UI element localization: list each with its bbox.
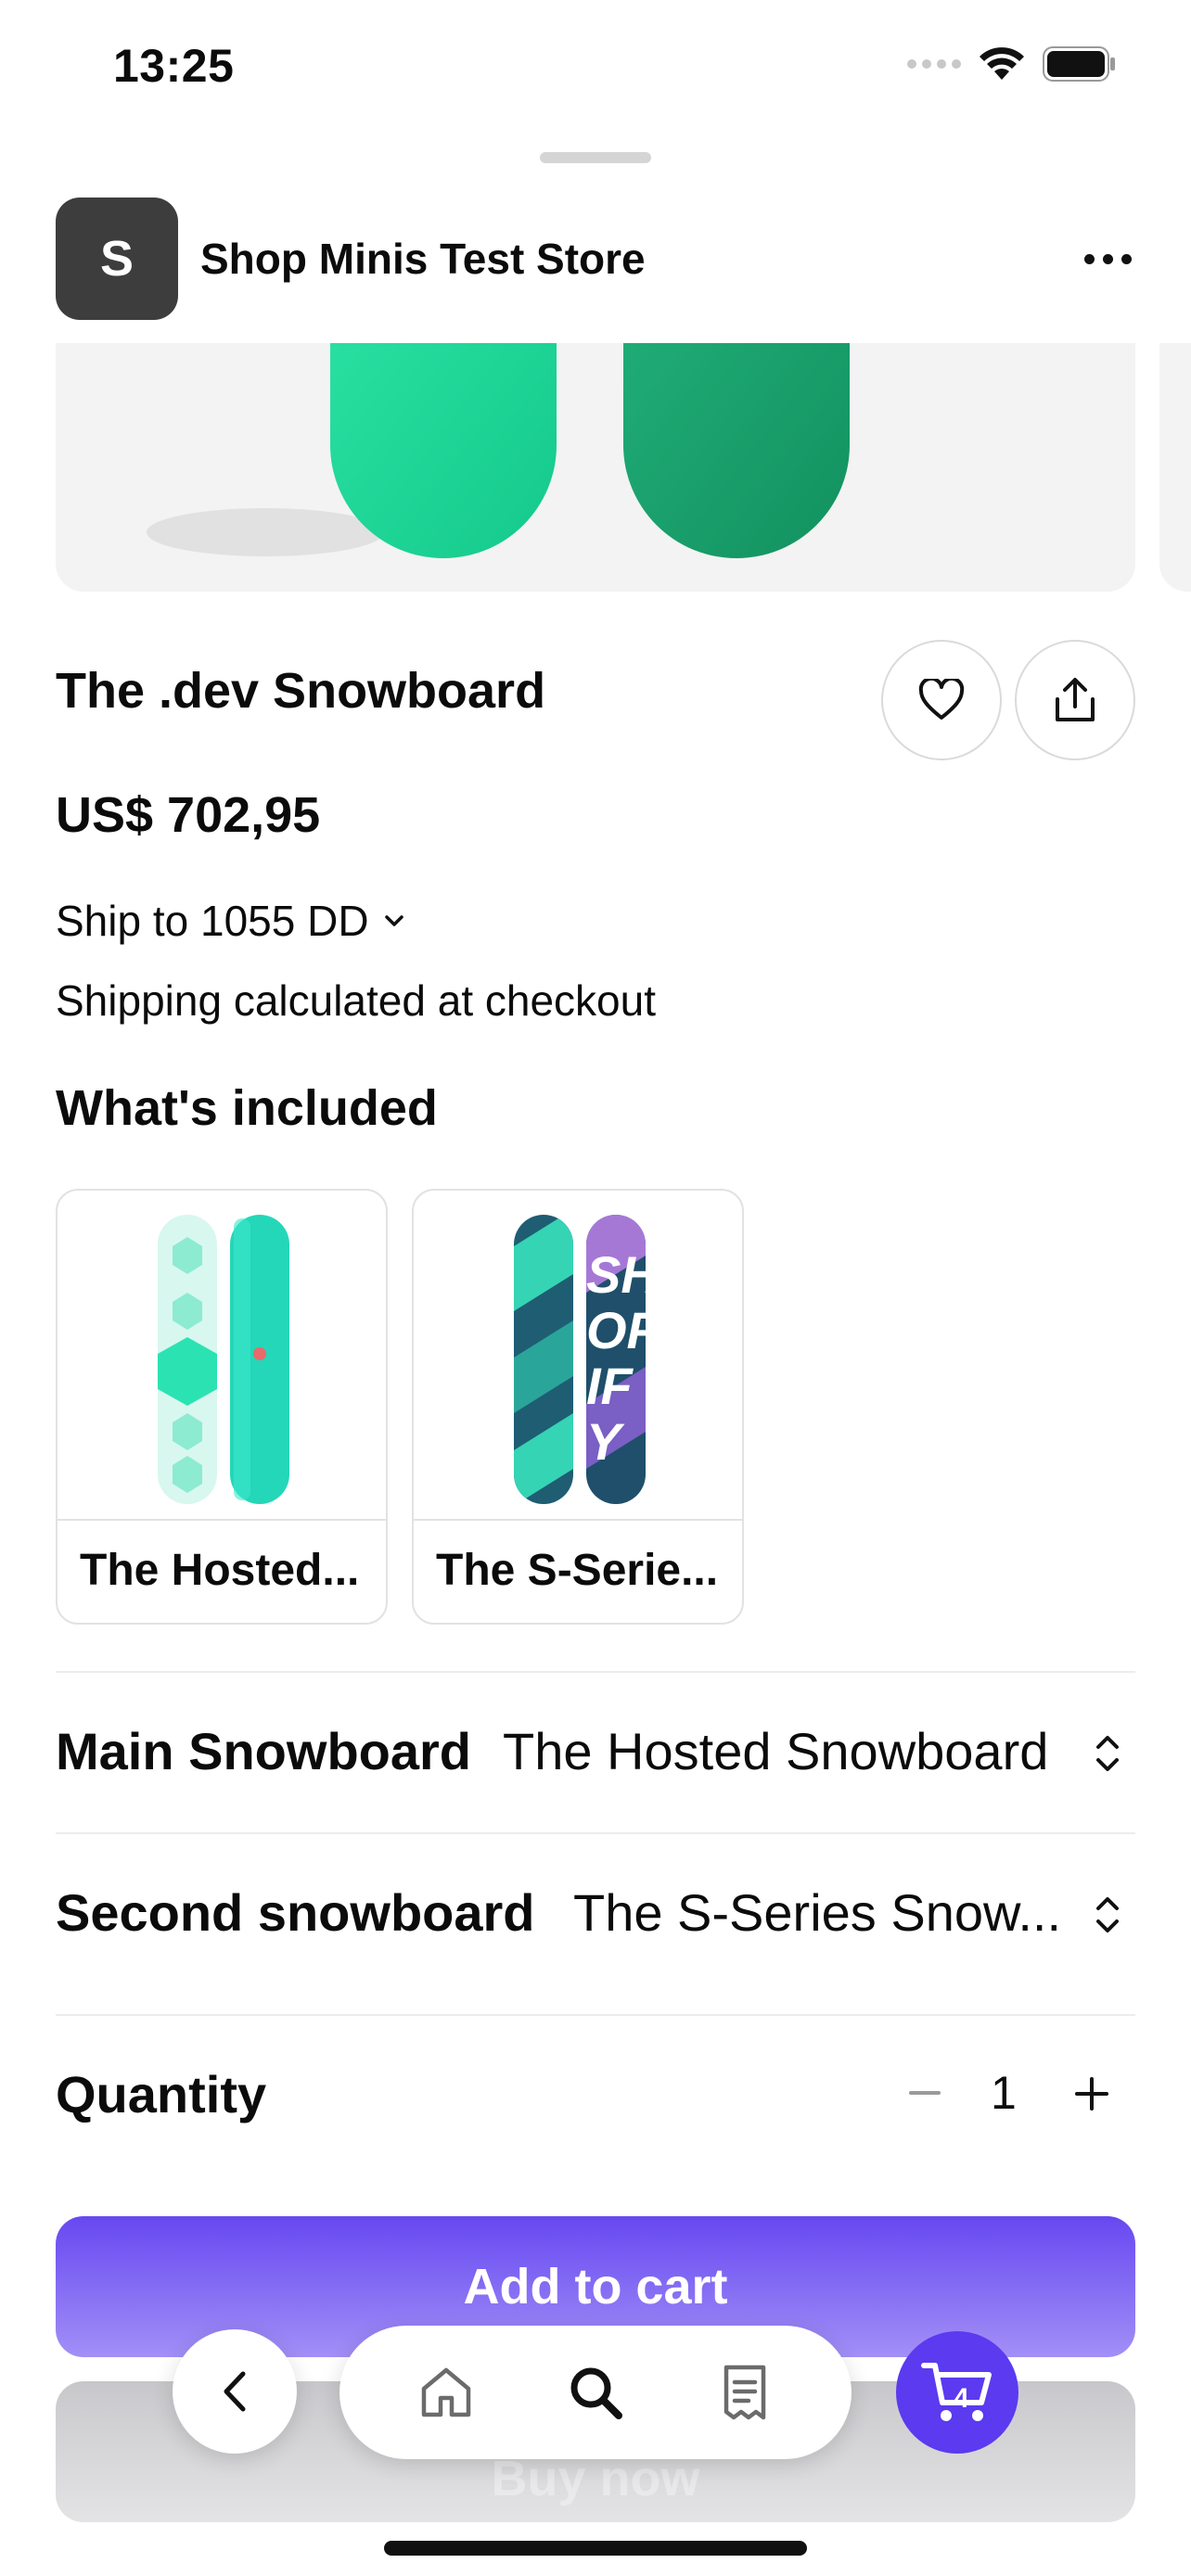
store-header: S Shop Minis Test Store bbox=[0, 195, 1191, 343]
more-options-button[interactable] bbox=[1070, 236, 1145, 282]
svg-text:IF: IF bbox=[586, 1357, 634, 1415]
bottom-navigation bbox=[339, 2326, 852, 2459]
shipping-note: Shipping calculated at checkout bbox=[56, 976, 656, 1025]
included-item-card[interactable]: The Hosted... bbox=[56, 1189, 388, 1625]
product-title: The .dev Snowboard bbox=[56, 663, 546, 719]
included-item-image bbox=[58, 1191, 386, 1521]
store-name[interactable]: Shop Minis Test Store bbox=[200, 234, 646, 284]
cart-count-badge: 4 bbox=[954, 2383, 969, 2414]
receipt-icon bbox=[724, 2365, 766, 2420]
chevron-up-down-icon[interactable] bbox=[1089, 1892, 1126, 1938]
plus-icon bbox=[1075, 2077, 1108, 2111]
ship-to-selector[interactable]: Ship to 1055 DD bbox=[56, 896, 404, 946]
svg-text:SH: SH bbox=[586, 1245, 660, 1304]
nav-home[interactable] bbox=[404, 2351, 488, 2434]
store-logo[interactable]: S bbox=[56, 198, 178, 320]
second-snowboard-select[interactable]: The S-Series Snow... bbox=[573, 1882, 1061, 1943]
status-bar: 13:25 bbox=[0, 0, 1191, 139]
nav-search[interactable] bbox=[554, 2351, 637, 2434]
included-item-image: SH OP IF Y bbox=[414, 1191, 742, 1521]
whats-included-heading: What's included bbox=[56, 1080, 438, 1136]
quantity-value: 1 bbox=[991, 2067, 1017, 2119]
svg-text:OP: OP bbox=[586, 1301, 662, 1359]
included-item-card[interactable]: SH OP IF Y The S-Serie... bbox=[412, 1189, 744, 1625]
home-icon bbox=[421, 2367, 470, 2417]
chevron-up-down-icon[interactable] bbox=[1089, 1730, 1126, 1777]
quantity-label: Quantity bbox=[56, 2065, 267, 2123]
quantity-decrease-button[interactable] bbox=[902, 2066, 948, 2122]
share-icon bbox=[1056, 678, 1095, 721]
battery-icon bbox=[1043, 46, 1115, 82]
main-snowboard-label: Main Snowboard bbox=[56, 1722, 471, 1780]
svg-text:Y: Y bbox=[586, 1412, 625, 1471]
nav-orders[interactable] bbox=[703, 2351, 787, 2434]
chevron-down-icon bbox=[384, 915, 403, 926]
included-item-label: The Hosted... bbox=[80, 1546, 360, 1595]
home-indicator bbox=[384, 2541, 807, 2556]
quantity-increase-button[interactable] bbox=[1069, 2066, 1115, 2122]
minus-icon bbox=[909, 2091, 941, 2095]
main-snowboard-select[interactable]: The Hosted Snowboard bbox=[503, 1721, 1048, 1781]
status-icons bbox=[907, 46, 1117, 82]
heart-icon bbox=[918, 679, 965, 720]
favorite-button[interactable] bbox=[881, 640, 1002, 760]
cellular-signal-icon bbox=[907, 59, 961, 69]
sheet-handle[interactable] bbox=[540, 152, 651, 163]
divider bbox=[56, 2014, 1135, 2016]
cart-button[interactable]: 4 bbox=[896, 2331, 1018, 2454]
product-price: US$ 702,95 bbox=[56, 787, 321, 843]
wifi-icon bbox=[980, 47, 1024, 80]
chevron-left-icon bbox=[224, 2371, 246, 2412]
divider bbox=[56, 1671, 1135, 1673]
share-button[interactable] bbox=[1015, 640, 1135, 760]
second-snowboard-label: Second snowboard bbox=[56, 1883, 535, 1942]
search-icon bbox=[570, 2367, 622, 2419]
back-button[interactable] bbox=[173, 2329, 297, 2454]
ship-to-label: Ship to 1055 DD bbox=[56, 897, 369, 945]
included-item-label: The S-Serie... bbox=[436, 1546, 719, 1595]
status-time: 13:25 bbox=[113, 40, 235, 92]
divider bbox=[56, 1832, 1135, 1834]
